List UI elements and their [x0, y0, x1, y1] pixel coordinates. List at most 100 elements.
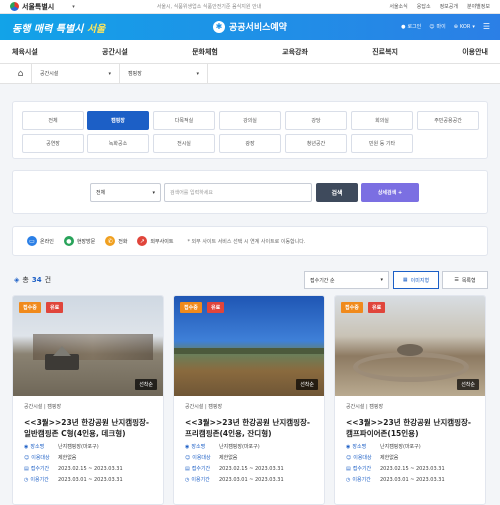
- search-input[interactable]: 검색어를 입력하세요: [164, 183, 312, 202]
- language-select[interactable]: ⊕ KOR ▾: [454, 24, 475, 30]
- facility-photo: 접수중 유료 선착순: [174, 296, 324, 396]
- facility-card[interactable]: 접수중 유료 선착순 공간시설 | 캠핑장 <<3월>>23년 한강공원 난지캠…: [12, 295, 164, 505]
- category-auditorium[interactable]: 강당: [285, 111, 347, 130]
- place-label: ◉ 장소명: [185, 443, 206, 451]
- target-label: ☺ 이용대상: [185, 454, 211, 462]
- search-button[interactable]: 검색: [316, 183, 358, 202]
- fee-badge: 유료: [368, 302, 386, 313]
- list-icon: ☰: [454, 277, 459, 283]
- utility-bar: 서울특별시 ▾ 서울시, 식품위생업소 식품안전기준 음식지원 안내 서울소식 …: [0, 0, 500, 14]
- target-label: ☺ 이용대상: [346, 454, 372, 462]
- status-badge: 접수중: [341, 302, 363, 313]
- notice-text[interactable]: 서울시, 식품위생업소 식품안전기준 음식지원 안내: [157, 3, 390, 10]
- link-info-disclosure[interactable]: 정보공개: [440, 3, 458, 10]
- nav-culture[interactable]: 문화체험: [192, 47, 218, 57]
- seoul-emblem-icon: [10, 2, 19, 11]
- login-button[interactable]: ● 로그인: [401, 23, 421, 31]
- facility-card[interactable]: 접수중 유료 선착순 공간시설 | 캠핑장 <<3월>>23년 한강공원 난지캠…: [173, 295, 325, 505]
- place-value: 난지캠핑장(마포구): [219, 444, 260, 450]
- site-header: 동행 매력 특별시 서울 ✱ 공공서비스예약 ● 로그인 ☺ 마이 ⊕ KOR ▾ ☰: [0, 14, 500, 40]
- target-value: 제한없음: [219, 455, 238, 461]
- selection-method-badge: 선착순: [296, 379, 318, 390]
- link-seoul-news[interactable]: 서울소식: [389, 3, 407, 10]
- grid-icon: ▦: [402, 277, 408, 283]
- category-community-space[interactable]: 주민공용공간: [417, 111, 479, 130]
- status-badge: 접수중: [180, 302, 202, 313]
- search-scope-select[interactable]: 전체 ▾: [90, 183, 161, 202]
- apply-period-value: 2023.02.15 ~ 2023.03.31: [58, 465, 123, 472]
- dropdown-caret-icon[interactable]: ▾: [72, 4, 75, 10]
- fee-badge: 유료: [46, 302, 64, 313]
- category-recording[interactable]: 녹화공소: [87, 134, 149, 153]
- category-camping[interactable]: 캠핑장: [87, 111, 149, 130]
- detail-search-button[interactable]: 상세검색 +: [361, 183, 419, 202]
- brand-logo[interactable]: ✱ 공공서비스예약: [213, 20, 287, 33]
- person-icon: ☺: [185, 454, 191, 461]
- nav-medical[interactable]: 진료복지: [372, 47, 398, 57]
- mypage-button[interactable]: ☺ 마이: [429, 23, 445, 31]
- nav-guide[interactable]: 이용안내: [462, 47, 488, 57]
- category-plaza[interactable]: 광장: [219, 134, 281, 153]
- nav-sports[interactable]: 체육시설: [12, 47, 38, 57]
- apply-period-value: 2023.02.15 ~ 2023.03.31: [219, 465, 284, 472]
- legend-note: * 외부 사이트 서비스 선택 시 연계 사이트로 이동합니다.: [187, 238, 306, 245]
- external-link-icon: ↗: [137, 236, 148, 246]
- calendar-icon: ▤: [185, 465, 190, 472]
- view-list-button[interactable]: ☰ 목록형: [442, 271, 488, 289]
- category-meeting-room[interactable]: 회의실: [351, 111, 413, 130]
- slogan: 동행 매력 특별시 서울: [12, 23, 106, 35]
- person-icon: ☺: [24, 454, 30, 461]
- target-value: 제한없음: [380, 455, 399, 461]
- phone-icon: ✆: [105, 236, 116, 246]
- legend-phone: ✆ 전화: [105, 236, 127, 246]
- status-badge: 접수중: [19, 302, 41, 313]
- view-image-button[interactable]: ▦ 이미지형: [393, 271, 439, 289]
- menu-icon[interactable]: ☰: [483, 22, 490, 31]
- fee-badge: 유료: [207, 302, 225, 313]
- category-exhibition[interactable]: 전시실: [153, 134, 215, 153]
- facility-card[interactable]: 접수중 유료 선착순 공간시설 | 캠핑장 <<3월>>23년 한강공원 난지캠…: [334, 295, 486, 505]
- card-title[interactable]: <<3월>>23년 한강공원 난지캠핑장-일반캠핑존 C형(4인용, 데크형): [24, 417, 152, 439]
- category-lecture-room[interactable]: 강의실: [219, 111, 281, 130]
- category-youth-space[interactable]: 청년공간: [285, 134, 347, 153]
- breadcrumb-category-select[interactable]: 공간시설 ▾: [32, 63, 120, 84]
- place-value: 난지캠핑장(마포구): [380, 444, 421, 450]
- nav-space[interactable]: 공간시설: [102, 47, 128, 57]
- apply-period-label: ▤ 접수기간: [185, 465, 211, 473]
- card-title[interactable]: <<3월>>23년 한강공원 난지캠핑장-캠프파이어존(15인용): [346, 417, 474, 439]
- place-value: 난지캠핑장(마포구): [58, 444, 99, 450]
- seoul-logo[interactable]: 서울특별시: [10, 2, 54, 12]
- target-value: 제한없음: [58, 455, 77, 461]
- apply-period-value: 2023.02.15 ~ 2023.03.31: [380, 465, 445, 472]
- home-icon[interactable]: ⌂: [10, 63, 32, 84]
- person-icon: ☺: [429, 23, 435, 30]
- card-title[interactable]: <<3월>>23년 한강공원 난지캠핑장-프리캠핑존(4인용, 잔디형): [185, 417, 313, 439]
- breadcrumb: ⌂ 공간시설 ▾ 캠핑장 ▾: [0, 63, 500, 84]
- link-field-info[interactable]: 분야별정보: [467, 3, 490, 10]
- result-count: ◈ 총 34 건: [14, 276, 52, 284]
- link-eungdapso[interactable]: 응답소: [417, 3, 431, 10]
- breadcrumb-sub-select[interactable]: 캠핑장 ▾: [120, 63, 208, 84]
- location-pin-icon: ◉: [185, 443, 190, 450]
- location-pin-icon: ◉: [346, 443, 351, 450]
- globe-icon: ⊕: [453, 23, 458, 30]
- chevron-down-icon: ▾: [152, 189, 155, 196]
- search-panel: 전체 ▾ 검색어를 입력하세요 검색 상세검색 +: [12, 170, 488, 214]
- layers-icon: ◈: [14, 276, 20, 284]
- category-filter: 전체 캠핑장 다목적실 강의실 강당 회의실 주민공용공간 공연장 녹화공소 전…: [12, 101, 488, 159]
- category-multipurpose[interactable]: 다목적실: [153, 111, 215, 130]
- legend-visit: ● 현장방문: [63, 236, 95, 246]
- category-performance-hall[interactable]: 공연장: [22, 134, 84, 153]
- facility-photo: 접수중 유료 선착순: [335, 296, 485, 396]
- category-all[interactable]: 전체: [22, 111, 84, 130]
- calendar-icon: ▤: [346, 465, 351, 472]
- place-label: ◉ 장소명: [24, 443, 45, 451]
- use-period-label: ◷ 이용기간: [24, 476, 49, 484]
- card-category: 공간시설 | 캠핑장: [185, 404, 223, 410]
- sort-select[interactable]: 접수기간 순 ▾: [304, 271, 389, 289]
- use-period-value: 2023.03.01 ~ 2023.03.31: [380, 476, 445, 483]
- main-nav: 체육시설 공간시설 문화체험 교육강좌 진료복지 이용안내: [0, 40, 500, 64]
- nav-education[interactable]: 교육강좌: [282, 47, 308, 57]
- category-etc[interactable]: 민원 등 기타: [351, 134, 413, 153]
- apply-period-label: ▤ 접수기간: [346, 465, 372, 473]
